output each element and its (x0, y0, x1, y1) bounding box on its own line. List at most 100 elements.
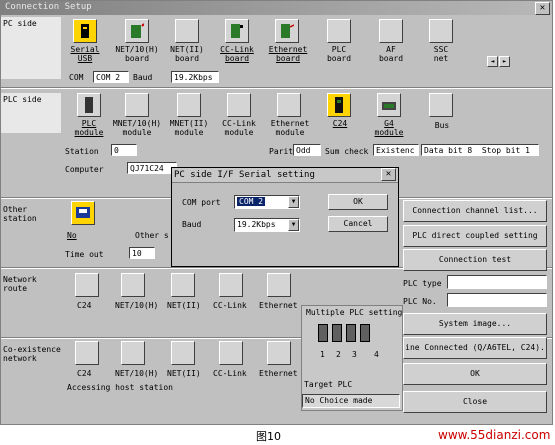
baud-value-field[interactable]: 19.2Kbps (171, 71, 219, 83)
connection-channel-list-button[interactable]: Connection channel list... (403, 200, 547, 222)
coexist-ethernet-icon[interactable] (267, 341, 291, 365)
coexist-net2-label[interactable]: NET(II) (167, 369, 201, 378)
plc-board-label[interactable]: PLC board (319, 45, 359, 63)
mnet10h-module-label[interactable]: MNET/10(H) module (111, 119, 163, 137)
bus-icon[interactable] (429, 93, 453, 117)
net10h-board-icon[interactable] (125, 19, 149, 43)
ssc-net-label[interactable]: SSC net (421, 45, 461, 63)
plc2-icon[interactable] (332, 324, 342, 342)
route-net10h-label[interactable]: NET/10(H) (115, 301, 158, 310)
coexist-net10h-label[interactable]: NET/10(H) (115, 369, 158, 378)
coexist-cclink-icon[interactable] (219, 341, 243, 365)
section-plc-side-label: PLC side (3, 95, 42, 104)
figure-caption: 图10 (256, 430, 281, 443)
coexist-net10h-icon[interactable] (121, 341, 145, 365)
dialog-close-button[interactable]: ✕ (381, 168, 396, 181)
com-label: COM (69, 73, 84, 82)
cclink-module-icon[interactable] (227, 93, 251, 117)
line-connected-button[interactable]: ine Connected (Q/A6TEL, C24). (403, 337, 547, 359)
ssc-net-icon[interactable] (429, 19, 453, 43)
g4-module-label[interactable]: G4 module (373, 119, 405, 137)
g4-module-icon[interactable] (377, 93, 401, 117)
coexist-net2-icon[interactable] (171, 341, 195, 365)
plc-number: 4 (374, 350, 379, 359)
plc-module-label[interactable]: PLC module (69, 119, 109, 137)
ok-button[interactable]: OK (403, 363, 547, 385)
serial-usb-label[interactable]: Serial USB (67, 45, 103, 63)
route-net2-icon[interactable] (171, 273, 195, 297)
window-close-button[interactable]: ✕ (535, 2, 550, 15)
other-station-no-icon[interactable] (71, 201, 95, 225)
com-port-select[interactable]: COM 2 ▼ (234, 195, 300, 209)
ethernet-board-label[interactable]: Ethernet board (265, 45, 311, 63)
ethernet-module-icon[interactable] (277, 93, 301, 117)
plc3-icon[interactable] (346, 324, 356, 342)
other-station-no-label[interactable]: No (67, 231, 77, 240)
coexist-cclink-label[interactable]: CC-Link (213, 369, 247, 378)
sum-check-field[interactable]: Existenc (373, 144, 419, 156)
target-plc-label: Target PLC (304, 380, 353, 389)
c24-module-icon[interactable] (327, 93, 351, 117)
mnet2-module-icon[interactable] (177, 93, 201, 117)
data-bits-text: Data bit 8 (424, 146, 473, 155)
plc1-icon[interactable] (318, 324, 328, 342)
dialog-title-bar: PC side I/F Serial setting ✕ (172, 168, 398, 183)
divider (1, 87, 552, 89)
plc-module-icon[interactable] (77, 93, 101, 117)
af-board-icon[interactable] (379, 19, 403, 43)
scroll-right-button[interactable]: ► (499, 56, 510, 67)
net2-board-label[interactable]: NET(II) board (163, 45, 211, 63)
coexist-ethernet-label[interactable]: Ethernet (259, 369, 298, 378)
coexist-c24-icon[interactable] (75, 341, 99, 365)
scroll-left-button[interactable]: ◄ (487, 56, 498, 67)
chevron-down-icon[interactable]: ▼ (288, 219, 299, 231)
plc-number: 1 (320, 350, 325, 359)
status-text: Accessing host station (67, 383, 173, 392)
computer-field[interactable]: QJ71C24 (127, 162, 177, 174)
net10h-board-label[interactable]: NET/10(H) board (111, 45, 163, 63)
connection-test-button[interactable]: Connection test (403, 249, 547, 271)
plc4-icon[interactable] (360, 324, 370, 342)
data-stop-bits-field[interactable]: Data bit 8 Stop bit 1 (421, 144, 539, 156)
bus-label[interactable]: Bus (429, 121, 455, 130)
cclink-board-icon[interactable] (225, 19, 249, 43)
ethernet-board-icon[interactable] (275, 19, 299, 43)
af-board-label[interactable]: AF board (371, 45, 411, 63)
chevron-down-icon[interactable]: ▼ (288, 196, 299, 208)
ethernet-module-label[interactable]: Ethernet module (267, 119, 313, 137)
route-c24-icon[interactable] (75, 273, 99, 297)
route-net2-label[interactable]: NET(II) (167, 301, 201, 310)
close-button[interactable]: Close (403, 391, 547, 413)
dialog-cancel-button[interactable]: Cancel (328, 216, 388, 232)
mnet10h-module-icon[interactable] (125, 93, 149, 117)
route-cclink-label[interactable]: CC-Link (213, 301, 247, 310)
route-net10h-icon[interactable] (121, 273, 145, 297)
serial-setting-dialog: PC side I/F Serial setting ✕ COM port CO… (171, 167, 399, 267)
route-ethernet-icon[interactable] (267, 273, 291, 297)
system-image-button[interactable]: System image... (403, 313, 547, 335)
mnet2-module-label[interactable]: MNET(II) module (165, 119, 213, 137)
plc-board-icon[interactable] (327, 19, 351, 43)
serial-usb-icon[interactable] (73, 19, 97, 43)
target-plc-field[interactable]: No Choice made (302, 394, 400, 408)
station-label: Station (65, 147, 99, 156)
route-c24-label[interactable]: C24 (77, 301, 91, 310)
parity-field[interactable]: Odd (293, 144, 321, 156)
c24-module-label[interactable]: C24 (327, 119, 353, 128)
cclink-board-label[interactable]: CC-Link board (215, 45, 259, 63)
plc-no-field[interactable] (447, 293, 547, 307)
com-value-field[interactable]: COM 2 (93, 71, 129, 83)
net2-board-icon[interactable] (175, 19, 199, 43)
plc-direct-coupled-button[interactable]: PLC direct coupled setting (403, 225, 547, 247)
route-ethernet-label[interactable]: Ethernet (259, 301, 298, 310)
cclink-module-label[interactable]: CC-Link module (215, 119, 263, 137)
route-cclink-icon[interactable] (219, 273, 243, 297)
section-coexistence: Co-existence network (1, 343, 61, 373)
parity-label: Parit (269, 147, 294, 156)
station-field[interactable]: 0 (111, 144, 137, 156)
timeout-field[interactable]: 10 (129, 247, 155, 259)
baud-select[interactable]: 19.2Kbps ▼ (234, 218, 300, 232)
coexist-c24-label[interactable]: C24 (77, 369, 91, 378)
dialog-ok-button[interactable]: OK (328, 194, 388, 210)
plc-type-field[interactable] (447, 275, 547, 289)
